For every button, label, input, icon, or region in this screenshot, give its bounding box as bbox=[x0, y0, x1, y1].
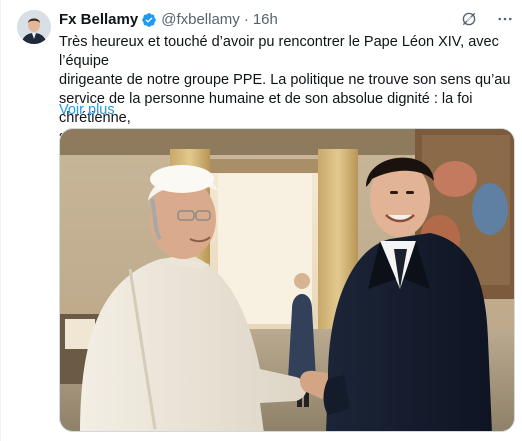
grok-icon[interactable] bbox=[460, 10, 478, 28]
avatar[interactable] bbox=[17, 10, 51, 44]
tweet-photo[interactable] bbox=[59, 128, 515, 432]
tweet[interactable]: Fx Bellamy @fxbellamy · 16h Très heureux… bbox=[0, 0, 522, 441]
more-options-icon[interactable] bbox=[496, 10, 514, 28]
author-handle[interactable]: @fxbellamy bbox=[161, 10, 240, 30]
verified-badge-icon bbox=[141, 12, 157, 28]
post-time[interactable]: 16h bbox=[253, 10, 278, 30]
tweet-header: Fx Bellamy @fxbellamy · 16h bbox=[59, 9, 510, 31]
author-name[interactable]: Fx Bellamy bbox=[59, 10, 138, 30]
show-more-link[interactable]: Voir plus bbox=[59, 101, 115, 120]
header-actions bbox=[460, 10, 514, 28]
separator-dot: · bbox=[243, 11, 249, 28]
